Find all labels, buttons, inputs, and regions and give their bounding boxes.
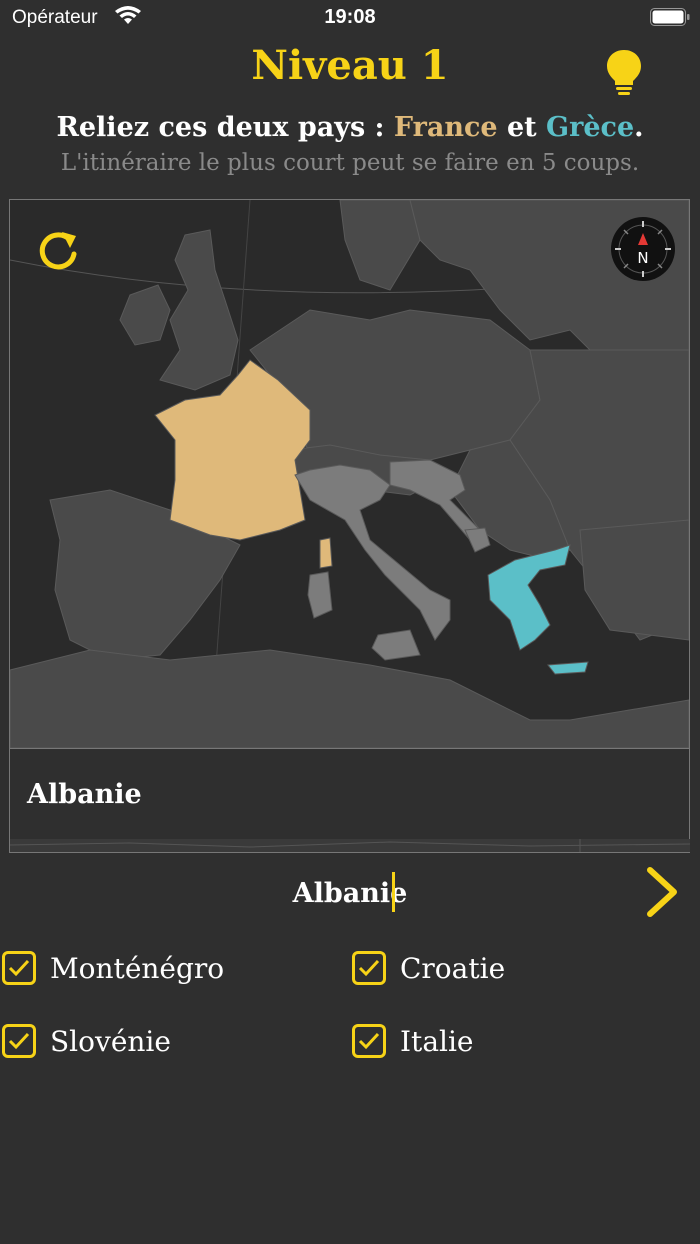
guess-item[interactable]: Monténégro: [2, 948, 224, 988]
guess-item[interactable]: Croatie: [352, 948, 505, 988]
checkbox[interactable]: [2, 1024, 36, 1058]
guess-item[interactable]: Slovénie: [2, 1021, 171, 1061]
shortest-route-hint: L'itinéraire le plus court peut se faire…: [60, 150, 640, 176]
refresh-icon[interactable]: [36, 228, 82, 274]
page-title: Niveau 1: [251, 42, 449, 89]
suggestion-item[interactable]: Albanie: [27, 779, 142, 810]
guess-item[interactable]: Italie: [352, 1021, 474, 1061]
suggestion-list: Albanie: [9, 749, 690, 853]
end-country: Grèce: [546, 112, 635, 143]
checkbox[interactable]: [352, 951, 386, 985]
instruction-suffix: .: [634, 112, 644, 143]
clock-time: 19:08: [324, 6, 376, 28]
checkmark-icon: [8, 1032, 30, 1050]
guess-label: Slovénie: [50, 1024, 171, 1058]
map-strip: [10, 839, 690, 852]
checkmark-icon: [358, 959, 380, 977]
guess-label: Croatie: [400, 951, 506, 985]
instruction-prefix: Reliez ces deux pays :: [56, 112, 394, 143]
instruction-text: Reliez ces deux pays : France et Grèce.: [0, 112, 700, 143]
island-corsica: [319, 537, 333, 569]
guess-label: Italie: [400, 1024, 474, 1058]
checkmark-icon: [8, 959, 30, 977]
start-country: France: [393, 112, 498, 143]
map-canvas[interactable]: [10, 200, 689, 748]
compass-icon[interactable]: N: [610, 216, 676, 282]
chevron-right-icon[interactable]: [640, 864, 684, 920]
status-bar: Opérateur 19:08: [0, 0, 700, 36]
compass-north-label: N: [637, 249, 648, 267]
instruction-joiner: et: [497, 112, 547, 143]
checkbox[interactable]: [2, 951, 36, 985]
guess-label: Monténégro: [50, 951, 225, 985]
europe-map[interactable]: N: [9, 199, 690, 749]
battery-icon: [650, 8, 690, 26]
text-caret: [392, 872, 395, 912]
checkmark-icon: [358, 1032, 380, 1050]
lightbulb-icon[interactable]: [604, 48, 644, 96]
country-input[interactable]: [160, 870, 540, 916]
checkbox[interactable]: [352, 1024, 386, 1058]
